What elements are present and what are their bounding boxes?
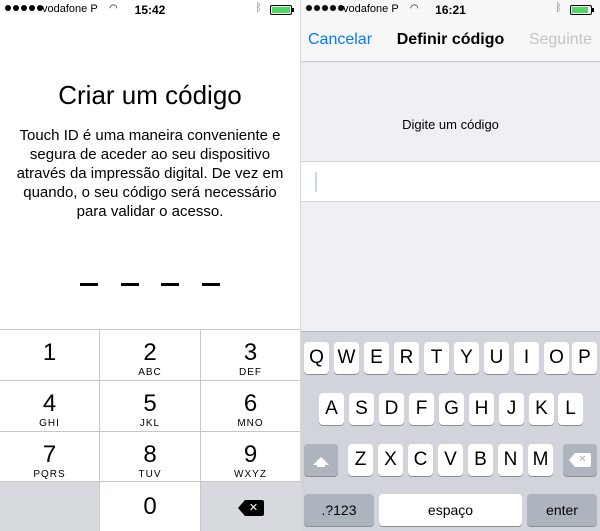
navigation-bar: Cancelar Definir código Seguinte (301, 20, 600, 62)
passcode-prompt: Digite um código (402, 117, 499, 132)
key-x[interactable]: X (378, 444, 403, 476)
create-passcode-screen: vodafone P ◠ 15:42 ᛒ Criar um código Tou… (0, 0, 300, 531)
passcode-entry-dashes (80, 283, 220, 286)
touch-id-description: Touch ID é uma maneira conveniente e seg… (16, 127, 284, 220)
key-g[interactable]: G (439, 393, 464, 425)
key-h[interactable]: H (469, 393, 494, 425)
keypad-key-5[interactable]: 5 JKL (100, 380, 201, 431)
space-key[interactable]: espaço (379, 494, 522, 526)
passcode-input[interactable] (301, 161, 600, 202)
key-q[interactable]: Q (304, 342, 329, 374)
keyboard-delete-key[interactable]: ✕ (563, 444, 597, 476)
key-y[interactable]: Y (454, 342, 479, 374)
bluetooth-icon: ᛒ (255, 2, 262, 14)
key-v[interactable]: V (438, 444, 463, 476)
key-t[interactable]: T (424, 342, 449, 374)
passcode-digit-slot (161, 283, 180, 286)
key-u[interactable]: U (484, 342, 509, 374)
battery-icon (270, 5, 294, 15)
keypad-key-4[interactable]: 4 GHI (0, 380, 100, 431)
set-passcode-screen: vodafone P ◠ 16:21 ᛒ Cancelar Definir có… (301, 0, 600, 531)
numeric-keypad: 1 2 ABC 3 DEF 4 GHI 5 JKL 6 MNO 7 PQRS 8 (0, 329, 300, 531)
key-m[interactable]: M (528, 444, 553, 476)
shift-key[interactable] (304, 444, 338, 476)
keypad-key-9[interactable]: 9 WXYZ (201, 431, 300, 481)
bluetooth-icon: ᛒ (555, 2, 562, 14)
key-r[interactable]: R (394, 342, 419, 374)
delete-icon: ✕ (237, 500, 264, 516)
key-f[interactable]: F (409, 393, 434, 425)
key-p[interactable]: P (572, 342, 597, 374)
key-z[interactable]: Z (348, 444, 373, 476)
keypad-key-2[interactable]: 2 ABC (100, 329, 201, 380)
key-k[interactable]: K (529, 393, 554, 425)
key-c[interactable]: C (408, 444, 433, 476)
text-caret (315, 172, 317, 192)
key-n[interactable]: N (498, 444, 523, 476)
key-w[interactable]: W (334, 342, 359, 374)
passcode-digit-slot (201, 283, 220, 286)
key-d[interactable]: D (379, 393, 404, 425)
numbers-key[interactable]: .?123 (304, 494, 374, 526)
key-s[interactable]: S (349, 393, 374, 425)
battery-icon (570, 5, 594, 15)
keyboard: Q W E R T Y U I O P A S D F G H J K L Z … (301, 331, 600, 531)
key-i[interactable]: I (514, 342, 539, 374)
keypad-blank-key (0, 481, 100, 531)
status-bar: vodafone P ◠ 16:21 ᛒ (301, 0, 600, 20)
keypad-key-3[interactable]: 3 DEF (201, 329, 300, 380)
next-button[interactable]: Seguinte (529, 31, 592, 49)
passcode-digit-slot (120, 283, 139, 286)
key-l[interactable]: L (558, 393, 583, 425)
enter-key[interactable]: enter (527, 494, 597, 526)
key-o[interactable]: O (544, 342, 569, 374)
passcode-digit-slot (80, 283, 98, 286)
key-b[interactable]: B (468, 444, 493, 476)
page-title: Criar um código (58, 80, 242, 110)
status-bar: vodafone P ◠ 15:42 ᛒ (0, 0, 300, 20)
keypad-key-6[interactable]: 6 MNO (201, 380, 300, 431)
key-e[interactable]: E (364, 342, 389, 374)
keypad-key-7[interactable]: 7 PQRS (0, 431, 100, 481)
key-j[interactable]: J (499, 393, 524, 425)
key-a[interactable]: A (319, 393, 344, 425)
keypad-key-8[interactable]: 8 TUV (100, 431, 201, 481)
keypad-delete-button[interactable]: ✕ (201, 481, 300, 531)
keypad-key-0[interactable]: 0 (100, 481, 201, 531)
delete-icon: ✕ (569, 453, 591, 467)
keypad-key-1[interactable]: 1 (0, 329, 100, 380)
